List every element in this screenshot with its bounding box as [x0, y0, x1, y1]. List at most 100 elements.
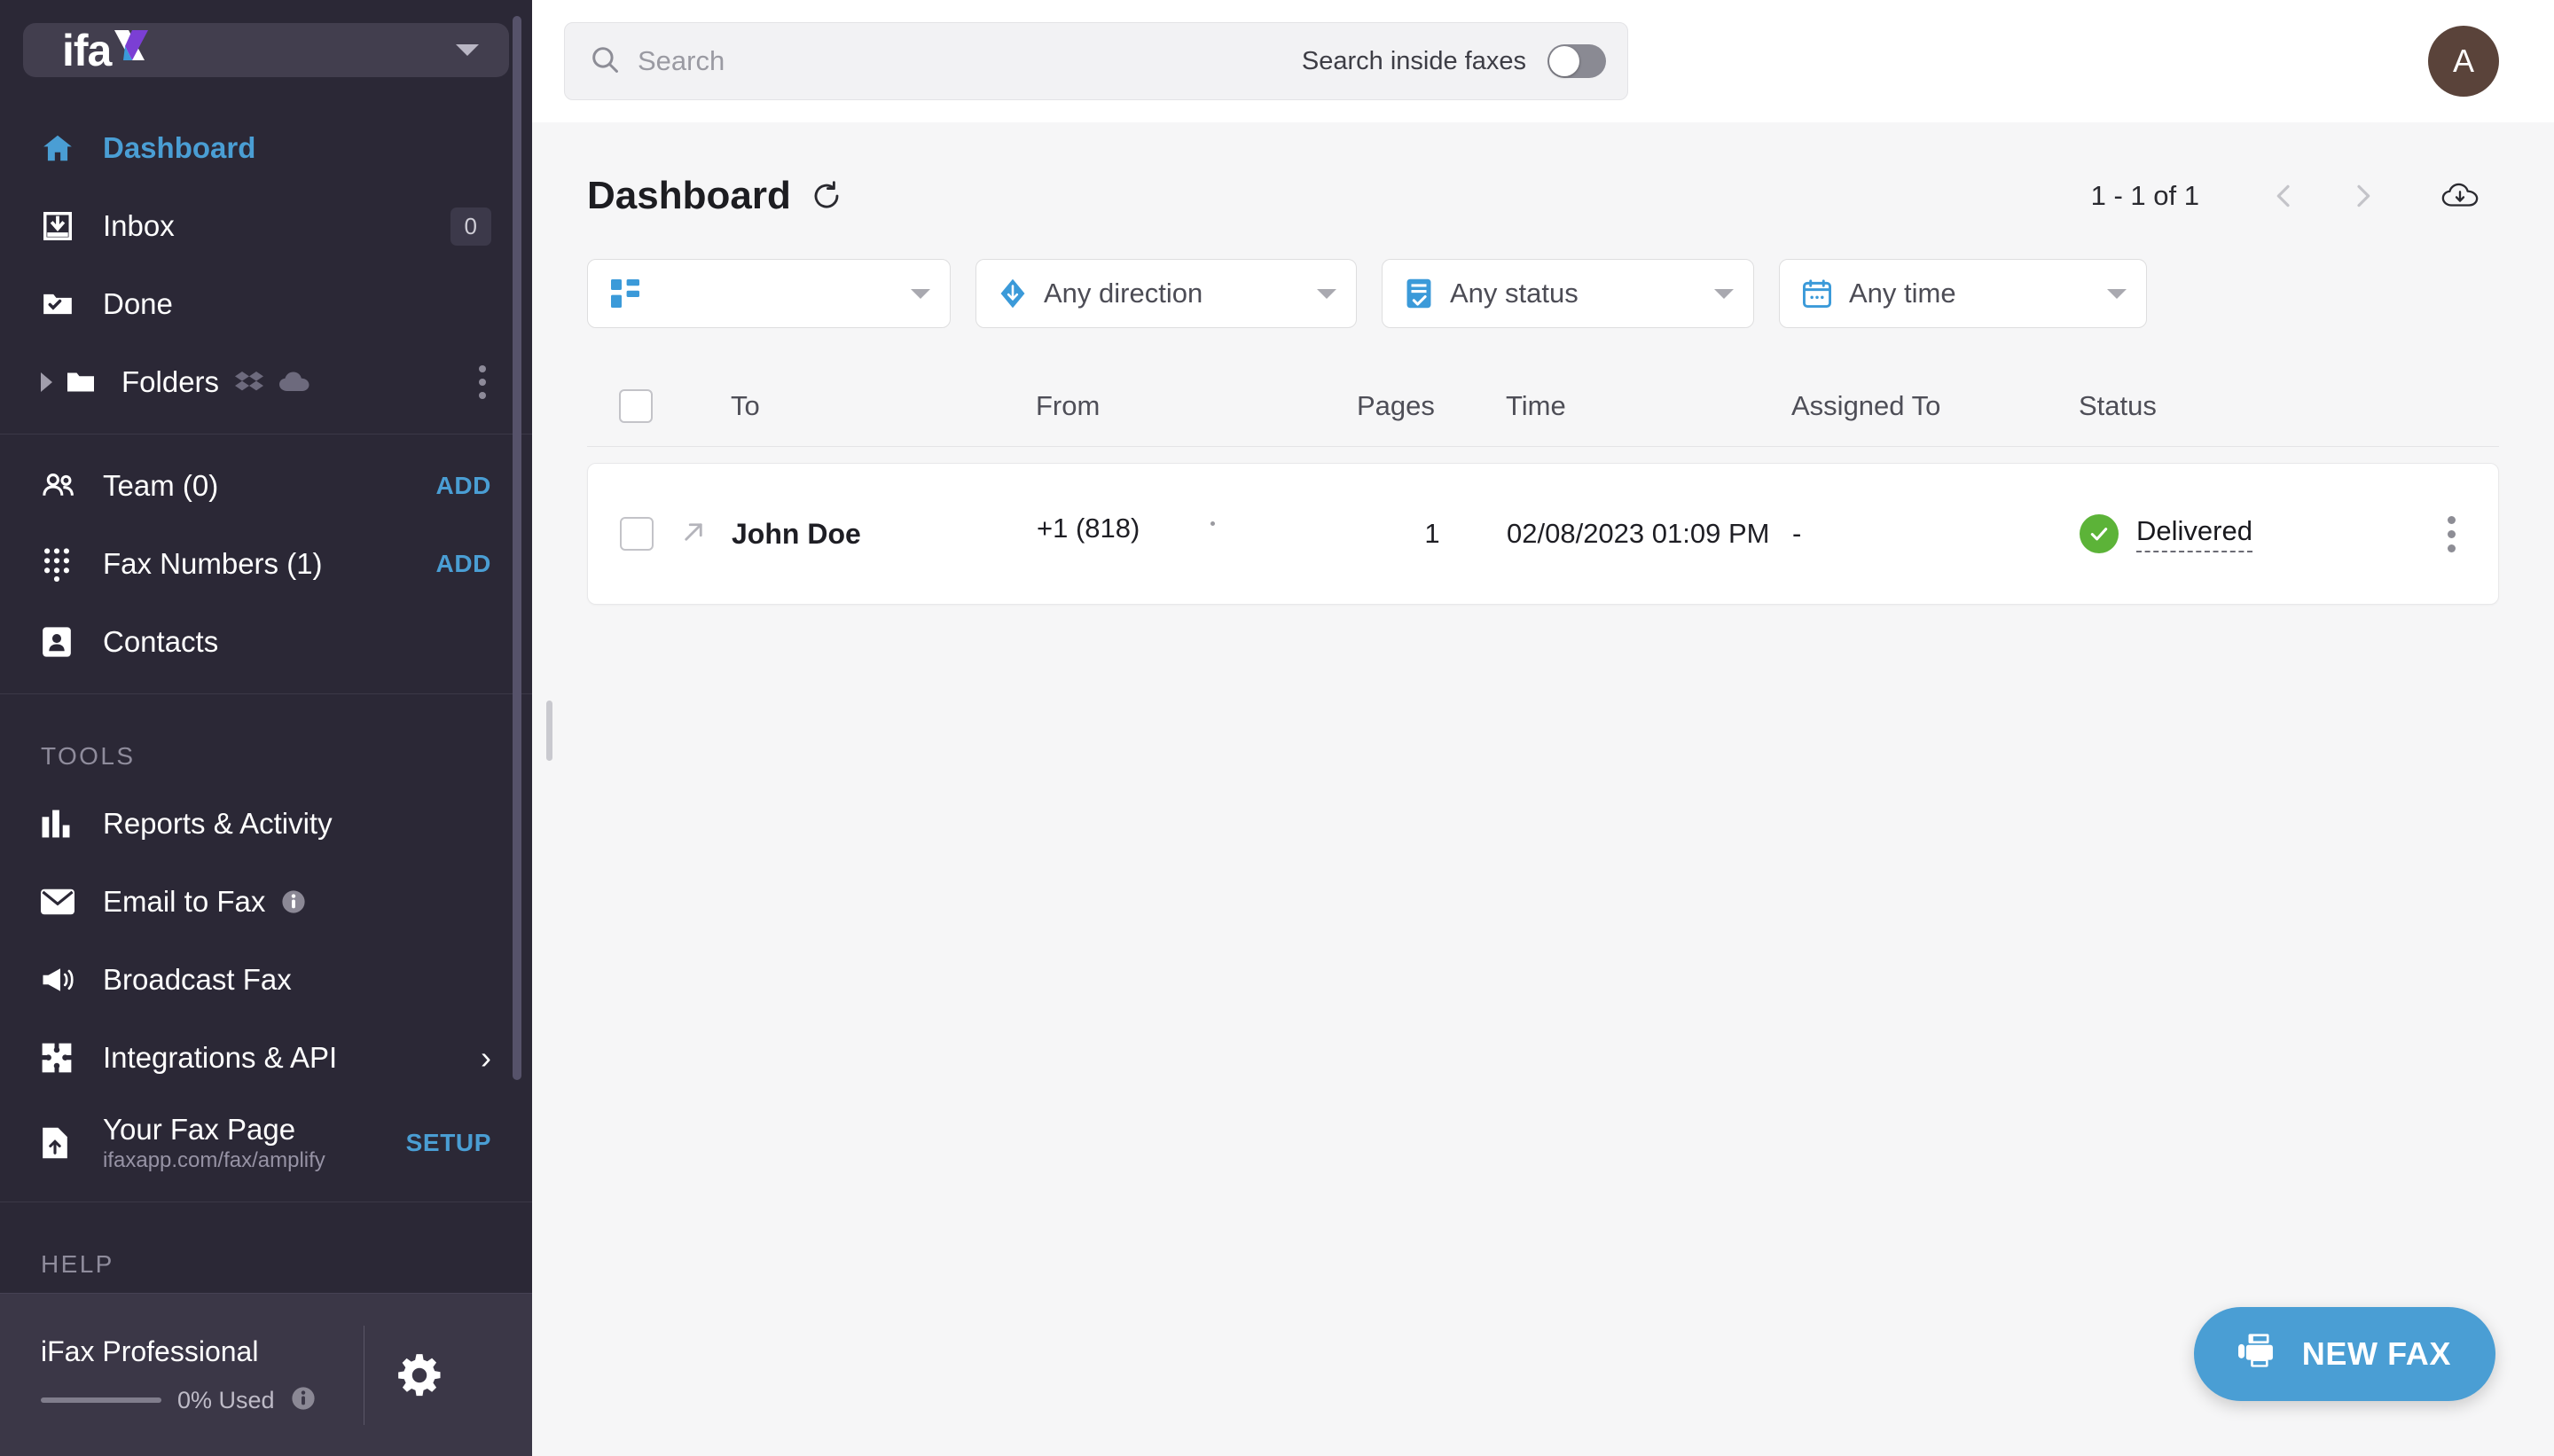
page-header: Dashboard 1 - 1 of 1	[587, 158, 2499, 234]
expand-triangle-icon[interactable]	[41, 372, 52, 392]
settings-gear-icon[interactable]	[364, 1294, 474, 1456]
filter-status-select[interactable]: Any status	[1382, 259, 1754, 328]
pagination-next-button[interactable]	[2323, 164, 2401, 228]
sidebar-footer: iFax Professional 0% Used	[0, 1293, 532, 1456]
puzzle-icon	[41, 1042, 83, 1074]
envelope-icon	[41, 888, 83, 915]
table-header: To From Pages Time Assigned To Status	[587, 365, 2499, 447]
new-fax-button[interactable]: NEW FAX	[2193, 1307, 2495, 1401]
column-header-from[interactable]: From	[1036, 390, 1357, 422]
home-icon	[41, 131, 83, 165]
refresh-icon[interactable]	[811, 180, 842, 212]
select-all-checkbox[interactable]	[619, 388, 653, 423]
team-add-link[interactable]: ADD	[436, 472, 491, 500]
cloud-download-icon[interactable]	[2421, 164, 2499, 228]
row-checkbox[interactable]	[620, 517, 654, 551]
row-more-icon[interactable]	[2411, 515, 2491, 552]
search-input[interactable]	[638, 45, 1302, 77]
sidebar-item-dashboard[interactable]: Dashboard	[0, 109, 532, 187]
bar-chart-icon	[41, 809, 83, 839]
outgoing-arrow-icon	[680, 519, 732, 550]
sidebar-item-team[interactable]: Team (0) ADD	[0, 447, 532, 525]
filter-time-select[interactable]: Any time	[1779, 259, 2147, 328]
brand-logo-button[interactable]: ifa	[23, 23, 509, 77]
sidebar-item-contacts[interactable]: Contacts	[0, 603, 532, 681]
sidebar-divider-2	[0, 693, 532, 694]
search-bar[interactable]: Search inside faxes	[564, 22, 1628, 100]
sidebar-item-label: Fax Numbers (1)	[103, 547, 323, 580]
avatar[interactable]: A	[2428, 26, 2499, 97]
sidebar-item-label: Folders	[121, 365, 220, 398]
sidebar-item-label: Team (0)	[103, 469, 219, 502]
sidebar-item-fax-numbers[interactable]: Fax Numbers (1) ADD	[0, 525, 532, 603]
column-header-pages[interactable]: Pages	[1357, 390, 1506, 422]
chevron-down-icon[interactable]	[1317, 288, 1336, 299]
info-icon[interactable]	[281, 889, 306, 914]
cloud-icon[interactable]	[279, 371, 311, 394]
search-icon	[590, 44, 620, 79]
sidebar-item-label: Done	[103, 287, 173, 320]
calendar-icon	[1803, 279, 1831, 308]
sidebar-item-label: Contacts	[103, 625, 219, 658]
sidebar-item-done[interactable]: Done	[0, 265, 532, 343]
select-all-checkbox-cell	[594, 388, 679, 423]
row-cell-time: 02/08/2023 01:09 PM	[1507, 518, 1770, 549]
filter-status-label: Any status	[1450, 278, 1579, 309]
sidebar-item-label: Email to Fax	[103, 885, 266, 918]
sidebar-section-tools-title: TOOLS	[41, 742, 136, 770]
app-root: ifa Dashboard Inbox 0 Done Folders Team …	[0, 0, 2554, 1456]
chevron-right-icon[interactable]: ›	[481, 1042, 491, 1074]
sidebar-item-label: Your Fax Page	[103, 1113, 296, 1146]
sidebar-item-label: Broadcast Fax	[103, 963, 292, 996]
page-title: Dashboard	[587, 174, 791, 217]
column-header-time[interactable]: Time	[1506, 390, 1791, 422]
chevron-down-icon[interactable]	[911, 288, 930, 299]
pagination-prev-button[interactable]	[2245, 164, 2323, 228]
plan-usage-row: 0% Used	[41, 1386, 316, 1415]
chevron-down-icon[interactable]	[2107, 288, 2127, 299]
sidebar-item-reports-activity[interactable]: Reports & Activity	[0, 785, 532, 863]
your-fax-page-setup-link[interactable]: SETUP	[406, 1129, 491, 1157]
sidebar-item-inbox[interactable]: Inbox 0	[0, 187, 532, 265]
fax-machine-icon	[2237, 1333, 2279, 1376]
sidebar: ifa Dashboard Inbox 0 Done Folders Team …	[0, 0, 532, 1456]
column-header-to[interactable]: To	[731, 390, 1036, 422]
status-badge[interactable]: Delivered	[2080, 514, 2411, 553]
column-header-status[interactable]: Status	[2079, 390, 2412, 422]
column-header-assigned-to[interactable]: Assigned To	[1791, 390, 2079, 422]
search-inside-faxes-label: Search inside faxes	[1301, 46, 1526, 75]
content-area: Dashboard 1 - 1 of 1 Any direction Any s…	[532, 122, 2554, 1456]
brand-logo: ifa	[62, 25, 150, 76]
dropbox-icon[interactable]	[235, 368, 264, 396]
keypad-icon	[41, 546, 83, 582]
search-inside-faxes-toggle[interactable]	[1547, 44, 1606, 78]
filter-bar: Any direction Any status Any time	[587, 259, 2499, 328]
brand-chevron-down-icon[interactable]	[456, 44, 479, 56]
fax-numbers-add-link[interactable]: ADD	[436, 550, 491, 578]
top-bar: Search inside faxes A	[532, 0, 2554, 122]
chevron-down-icon[interactable]	[1714, 288, 1734, 299]
sidebar-scrollbar[interactable]	[513, 16, 521, 1080]
filter-view-select[interactable]	[587, 259, 951, 328]
sidebar-item-label: Integrations & API	[103, 1041, 338, 1074]
status-label: Delivered	[2136, 515, 2252, 552]
brand-logo-x-icon	[111, 27, 150, 66]
plan-info: iFax Professional 0% Used	[41, 1335, 316, 1415]
sidebar-item-your-fax-page[interactable]: Your Fax Page ifaxapp.com/fax/amplify SE…	[0, 1097, 532, 1189]
sidebar-item-folders[interactable]: Folders	[0, 343, 532, 421]
team-icon	[41, 468, 83, 504]
usage-info-icon[interactable]	[291, 1386, 316, 1415]
sidebar-item-label: Reports & Activity	[103, 807, 333, 840]
row-from-truncation-dot	[1210, 521, 1215, 526]
folders-more-icon[interactable]	[474, 360, 491, 404]
table-row[interactable]: John Doe +1 (818) 1 02/08/2023 01:09 PM …	[587, 463, 2499, 605]
sidebar-item-integrations-api[interactable]: Integrations & API ›	[0, 1019, 532, 1097]
inbox-icon	[41, 209, 83, 243]
inbox-badge-count: 0	[450, 207, 491, 246]
filter-direction-label: Any direction	[1044, 278, 1203, 309]
sidebar-resize-handle[interactable]	[546, 701, 552, 761]
filter-direction-select[interactable]: Any direction	[975, 259, 1357, 328]
filter-time-label: Any time	[1849, 278, 1956, 309]
sidebar-item-email-to-fax[interactable]: Email to Fax	[0, 863, 532, 941]
sidebar-item-broadcast-fax[interactable]: Broadcast Fax	[0, 941, 532, 1019]
